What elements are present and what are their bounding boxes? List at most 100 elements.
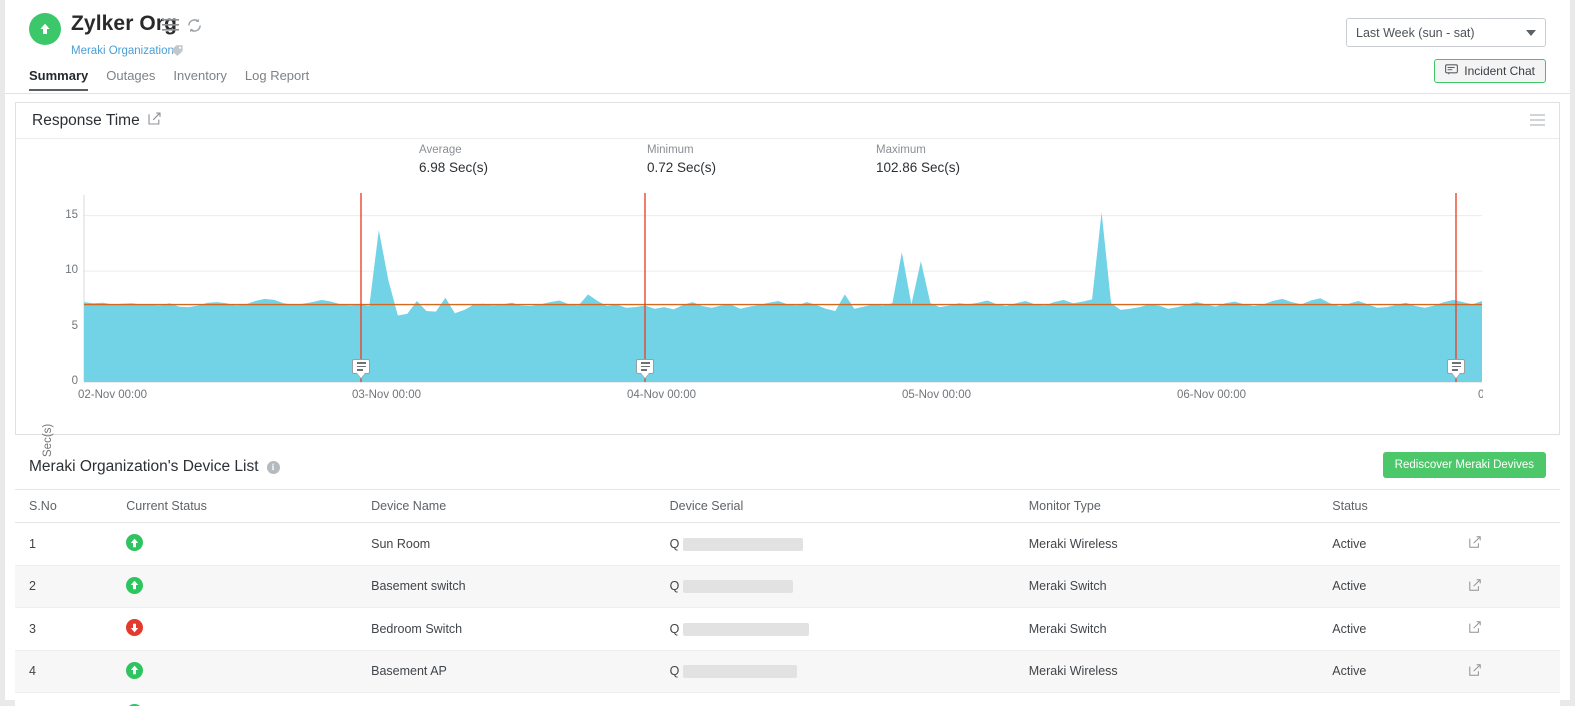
serial-redacted (683, 665, 797, 678)
cell-action (1469, 523, 1560, 566)
cell-monitor-type: Meraki Wireless (1029, 523, 1333, 566)
chart-y-tick: 15 (56, 209, 78, 221)
open-external-icon[interactable] (1469, 665, 1481, 679)
date-range-select[interactable]: Last Week (sun - sat) (1346, 18, 1546, 47)
chart-y-tick: 0 (56, 375, 78, 387)
device-list-body: 1Sun RoomQMeraki WirelessActive2Basement… (15, 523, 1560, 706)
serial-prefix: Q (670, 537, 680, 551)
col-device-serial[interactable]: Device Serial (670, 490, 1029, 523)
hamburger-icon[interactable] (162, 18, 179, 37)
chart-canvas (16, 189, 1569, 434)
table-row[interactable]: 1 Sun RoomQ Meraki WirelessActive (15, 523, 1560, 566)
table-row[interactable]: 3Bedroom SwitchQMeraki SwitchActive (15, 608, 1560, 651)
cell-device-name: Sun Room (371, 523, 669, 566)
down-arrow-icon (126, 619, 143, 636)
info-icon[interactable]: i (267, 461, 280, 474)
cell-status: Active (1332, 565, 1469, 608)
col-status[interactable]: Status (1332, 490, 1469, 523)
device-list-header: Meraki Organization's Device List i Redi… (15, 445, 1560, 489)
stat-maximum-label: Maximum (876, 144, 960, 156)
cell-monitor-type: Meraki Switch (1029, 565, 1333, 608)
open-external-icon[interactable] (1469, 537, 1481, 551)
cell-action (1469, 650, 1560, 693)
serial-prefix: Q (670, 622, 680, 636)
chart-y-tick: 5 (56, 320, 78, 332)
tag-icon[interactable] (170, 44, 184, 62)
col-current-status[interactable]: Current Status (126, 490, 371, 523)
table-row[interactable]: 2Basement switchQMeraki SwitchActive (15, 565, 1560, 608)
cell-current-status (126, 693, 371, 706)
stat-average-label: Average (419, 144, 488, 156)
response-time-title: Response Time (32, 112, 140, 130)
cell-sno: 5 (15, 693, 126, 706)
cell-sno: 1 (15, 523, 126, 566)
response-time-stats: Average 6.98 Sec(s) Minimum 0.72 Sec(s) … (16, 139, 1559, 189)
response-time-chart[interactable]: Sec(s) 05101502-Nov 00:0003-Nov 00:0004-… (16, 189, 1559, 434)
col-actions (1469, 490, 1560, 523)
chart-x-tick-clipped: 0 (1478, 389, 1483, 401)
tab-summary[interactable]: Summary (29, 68, 88, 91)
cell-device-serial: Q (670, 523, 1029, 566)
col-monitor-type[interactable]: Monitor Type (1029, 490, 1333, 523)
cell-status: Active (1332, 523, 1469, 566)
breadcrumb-org-link[interactable]: Meraki Organization (71, 45, 174, 57)
refresh-icon[interactable] (186, 18, 203, 38)
cell-monitor-type: Meraki Wireless (1029, 693, 1333, 706)
response-time-card: Response Time Average 6.98 Sec(s) Minimu… (15, 102, 1560, 435)
main-tabs: Summary Outages Inventory Log Report (29, 68, 309, 91)
annotation-marker-2[interactable] (636, 359, 654, 374)
stat-average-value: 6.98 Sec(s) (419, 160, 488, 175)
chart-x-tick: 03-Nov 00:00 (352, 389, 421, 401)
cell-device-serial: Q (670, 608, 1029, 651)
serial-prefix: Q (670, 579, 680, 593)
stat-maximum-value: 102.86 Sec(s) (876, 160, 960, 175)
cell-status: Active (1332, 608, 1469, 651)
tab-log-report[interactable]: Log Report (245, 68, 309, 91)
cell-device-name: Basement switch (371, 565, 669, 608)
annotation-marker-1[interactable] (352, 359, 370, 374)
app-page: Zylker Org Meraki Organization Summa (0, 0, 1575, 706)
date-range-value: Last Week (sun - sat) (1356, 26, 1526, 40)
cell-current-status (126, 608, 371, 651)
table-row[interactable]: 5 2nd Floor APQMeraki WirelessActive (15, 693, 1560, 706)
chart-menu-icon[interactable] (1530, 114, 1545, 129)
up-arrow-icon (126, 662, 143, 679)
device-list-section: Meraki Organization's Device List i Redi… (15, 445, 1560, 706)
device-list-table: S.No Current Status Device Name Device S… (15, 489, 1560, 706)
col-sno[interactable]: S.No (15, 490, 126, 523)
open-external-icon[interactable] (1469, 622, 1481, 636)
cell-device-name: 2nd Floor AP (371, 693, 669, 706)
annotation-marker-3[interactable] (1447, 359, 1465, 374)
chart-x-tick: 06-Nov 00:00 (1177, 389, 1246, 401)
response-time-card-header: Response Time (16, 103, 1559, 139)
cell-status: Active (1332, 693, 1469, 706)
page-header: Zylker Org Meraki Organization Summa (5, 0, 1570, 94)
table-row[interactable]: 4Basement APQMeraki WirelessActive (15, 650, 1560, 693)
up-arrow-icon (126, 577, 143, 594)
open-external-icon[interactable] (1469, 580, 1481, 594)
table-header-row: S.No Current Status Device Name Device S… (15, 490, 1560, 523)
chart-y-tick: 10 (56, 264, 78, 276)
device-list-title: Meraki Organization's Device List (29, 458, 259, 476)
tab-outages[interactable]: Outages (106, 68, 155, 91)
chart-x-tick: 05-Nov 00:00 (902, 389, 971, 401)
rediscover-meraki-devices-button[interactable]: Rediscover Meraki Devives (1383, 452, 1546, 478)
cell-status: Active (1332, 650, 1469, 693)
device-list-head: S.No Current Status Device Name Device S… (15, 490, 1560, 523)
cell-device-serial: Q (670, 565, 1029, 608)
up-arrow-status-icon (29, 13, 61, 45)
cell-monitor-type: Meraki Wireless (1029, 650, 1333, 693)
cell-device-serial: Q (670, 693, 1029, 706)
chat-icon (1445, 64, 1458, 78)
incident-chat-button[interactable]: Incident Chat (1434, 59, 1546, 83)
cell-device-name: Basement AP (371, 650, 669, 693)
cell-device-name: Bedroom Switch (371, 608, 669, 651)
chevron-down-icon (1526, 30, 1536, 36)
stat-minimum: Minimum 0.72 Sec(s) (647, 144, 716, 175)
col-device-name[interactable]: Device Name (371, 490, 669, 523)
tab-inventory[interactable]: Inventory (173, 68, 226, 91)
serial-redacted (683, 580, 793, 593)
serial-redacted (683, 538, 803, 551)
popout-icon[interactable] (148, 112, 161, 130)
stat-minimum-value: 0.72 Sec(s) (647, 160, 716, 175)
